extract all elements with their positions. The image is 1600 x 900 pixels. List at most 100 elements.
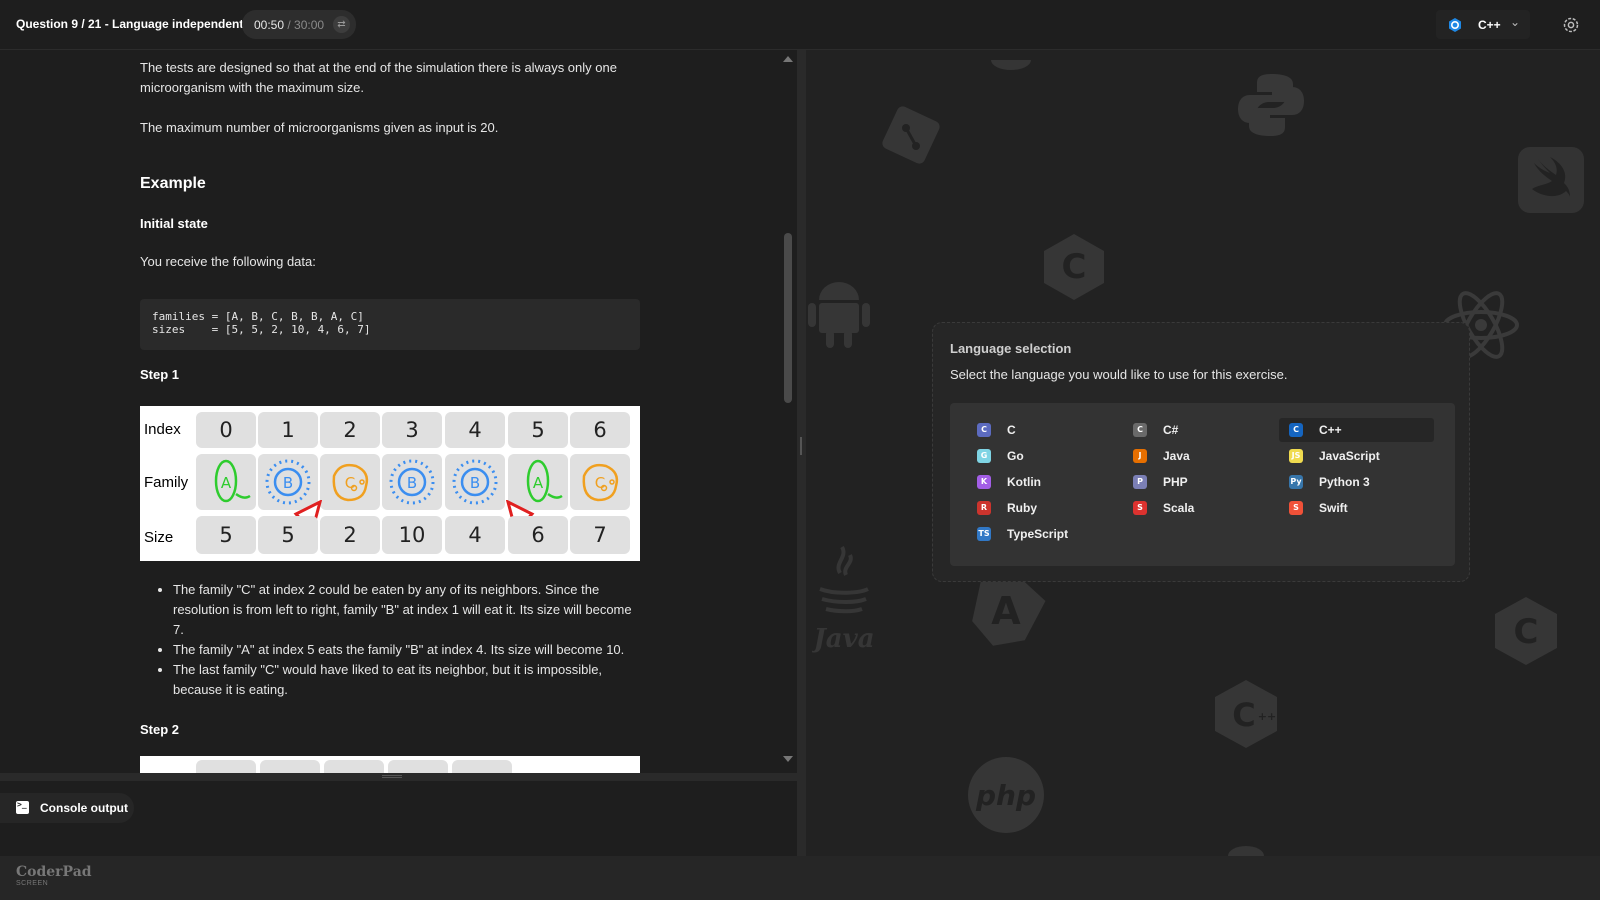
csharp-icon: C bbox=[1133, 423, 1147, 437]
language-option-label: C# bbox=[1163, 423, 1179, 437]
size-cell: 5 bbox=[258, 516, 318, 554]
horizontal-splitter[interactable] bbox=[0, 773, 797, 781]
angular-icon: A bbox=[972, 576, 1046, 646]
cpp-icon: C bbox=[1289, 423, 1303, 437]
swift-icon: S bbox=[1289, 501, 1303, 515]
microbe-cell: B bbox=[382, 454, 442, 510]
language-option-label: Go bbox=[1007, 449, 1024, 463]
language-option[interactable]: TS TypeScript bbox=[967, 522, 1122, 546]
scroll-down-arrow-icon[interactable] bbox=[783, 756, 793, 762]
python-icon: Py bbox=[1289, 475, 1303, 489]
family-letter: C bbox=[595, 474, 605, 492]
ruby-icon: R bbox=[977, 501, 991, 515]
step2-heading: Step 2 bbox=[140, 722, 180, 737]
language-option-label: Ruby bbox=[1007, 501, 1037, 515]
row-label-family: Family bbox=[144, 474, 189, 491]
drag-handle-icon bbox=[800, 437, 802, 455]
step1-figure: Index Family Size 0 1 2 3 4 5 6 A B C B B A C 5 5 2 10 4 6 7 bbox=[140, 406, 640, 561]
console-output-label: Console output bbox=[40, 801, 128, 815]
language-option[interactable]: CC bbox=[967, 418, 1122, 442]
size-cell: 6 bbox=[508, 516, 568, 554]
language-option-label: Java bbox=[1163, 449, 1190, 463]
console-output-tab[interactable]: Console output bbox=[0, 793, 134, 823]
step1-heading: Step 1 bbox=[140, 367, 180, 382]
language-option[interactable]: S Scala bbox=[1123, 496, 1278, 520]
paragraph: The maximum number of microorganisms giv… bbox=[140, 120, 499, 135]
explanation-list: The family "C" at index 2 could be eaten… bbox=[173, 580, 643, 700]
language-option[interactable]: R Ruby bbox=[967, 496, 1122, 520]
scala-icon: S bbox=[1133, 501, 1147, 515]
c-icon: C bbox=[1044, 234, 1104, 300]
terminal-icon bbox=[16, 800, 29, 814]
language-option[interactable]: G Go bbox=[967, 444, 1122, 468]
java-icon: Java bbox=[812, 545, 875, 654]
problem-statement-pane[interactable]: The tests are designed so that at the en… bbox=[0, 50, 797, 773]
index-cell: 2 bbox=[320, 412, 380, 448]
coderpad-logo-sub: SCREEN bbox=[16, 880, 49, 887]
language-selection-card: Language selection Select the language y… bbox=[932, 322, 1470, 582]
top-bar: Question 9 / 21 - Language independent 0… bbox=[0, 0, 1600, 50]
code-line: families = [A, B, C, B, B, A, C] bbox=[152, 310, 364, 323]
initial-state-heading: Initial state bbox=[140, 216, 208, 231]
timer-total: / 30:00 bbox=[284, 18, 325, 32]
language-option[interactable]: C C++ bbox=[1279, 418, 1434, 442]
family-letter: B bbox=[407, 474, 417, 492]
vertical-splitter[interactable] bbox=[797, 50, 806, 856]
language-grid: C C C C# C C++ G Go J Java JS JavaScript K Kotlin P PHP… bbox=[950, 403, 1455, 566]
microbe-icon: B bbox=[389, 459, 435, 505]
family-letter: A bbox=[221, 474, 232, 492]
paragraph: You receive the following data: bbox=[140, 254, 316, 269]
partial-icon bbox=[1228, 846, 1264, 856]
coderpad-logo: CoderPad bbox=[16, 864, 92, 880]
language-dropdown-label: C++ bbox=[1478, 18, 1501, 32]
problem-scrollbar[interactable] bbox=[780, 50, 796, 766]
scroll-thumb[interactable] bbox=[784, 233, 792, 403]
microbe-icon: B bbox=[452, 459, 498, 505]
figure-cell bbox=[388, 760, 448, 773]
microbe-cell: C bbox=[320, 454, 380, 510]
example-heading: Example bbox=[140, 175, 206, 192]
figure-cell bbox=[452, 760, 512, 773]
drag-handle-icon bbox=[382, 775, 402, 778]
svg-text:php: php bbox=[975, 779, 1036, 812]
console-area: Console output bbox=[0, 781, 797, 856]
code-line: sizes = [5, 5, 2, 10, 4, 6, 7] bbox=[152, 323, 371, 336]
footer: CoderPad SCREEN bbox=[0, 856, 1600, 900]
language-option-label: C++ bbox=[1319, 423, 1342, 437]
language-option[interactable]: C C# bbox=[1123, 418, 1278, 442]
microbe-icon: A bbox=[214, 459, 251, 503]
svg-text:++: ++ bbox=[1258, 710, 1276, 723]
family-letter: C bbox=[345, 474, 355, 492]
figure-cell bbox=[196, 760, 256, 773]
size-cell: 4 bbox=[445, 516, 505, 554]
cpp-icon bbox=[1449, 18, 1461, 32]
row-label-index: Index bbox=[144, 421, 181, 438]
language-option[interactable]: Py Python 3 bbox=[1279, 470, 1434, 494]
index-cell: 0 bbox=[196, 412, 256, 448]
language-option-label: TypeScript bbox=[1007, 527, 1069, 541]
language-option[interactable]: S Swift bbox=[1279, 496, 1434, 520]
language-option[interactable]: J Java bbox=[1123, 444, 1278, 468]
timer-toggle-button[interactable]: ⇄ bbox=[333, 16, 350, 33]
scroll-up-arrow-icon[interactable] bbox=[783, 56, 793, 62]
family-letter: A bbox=[533, 474, 544, 492]
index-cell: 6 bbox=[570, 412, 630, 448]
language-option[interactable]: P PHP bbox=[1123, 470, 1278, 494]
language-dropdown[interactable]: C++ ⌄ bbox=[1436, 10, 1530, 39]
language-option[interactable]: K Kotlin bbox=[967, 470, 1122, 494]
language-selection-subtitle: Select the language you would like to us… bbox=[950, 367, 1288, 382]
list-item: The family "C" at index 2 could be eaten… bbox=[173, 580, 643, 640]
language-option-label: Kotlin bbox=[1007, 475, 1041, 489]
chevron-down-icon: ⌄ bbox=[1510, 15, 1521, 29]
java-icon: J bbox=[1133, 449, 1147, 463]
language-option-label: C bbox=[1007, 423, 1016, 437]
figure-cell bbox=[260, 760, 320, 773]
microbe-cell: A bbox=[196, 454, 256, 510]
svg-text:A: A bbox=[991, 589, 1021, 633]
size-cell: 10 bbox=[382, 516, 442, 554]
language-option[interactable]: JS JavaScript bbox=[1279, 444, 1434, 468]
c-icon: C bbox=[1495, 597, 1557, 665]
size-cell: 7 bbox=[570, 516, 630, 554]
gear-icon[interactable] bbox=[1561, 15, 1581, 35]
list-item: The family "A" at index 5 eats the famil… bbox=[173, 640, 643, 660]
